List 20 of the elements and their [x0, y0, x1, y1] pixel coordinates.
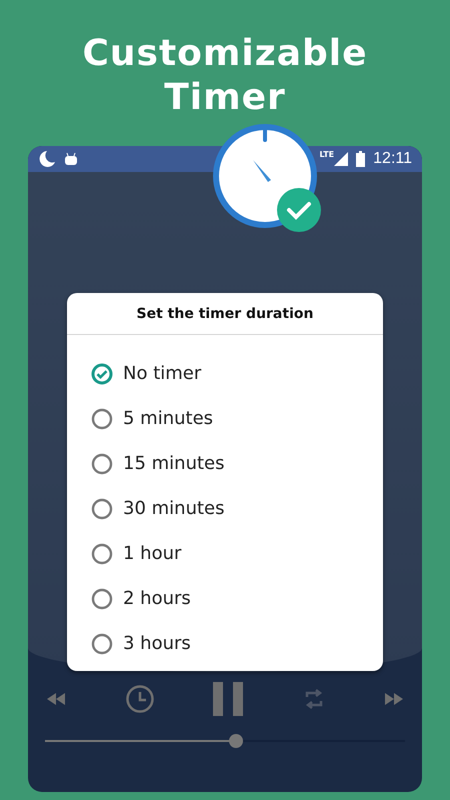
signal-icon [334, 152, 348, 166]
duration-option[interactable]: 15 minutes [91, 441, 224, 486]
duration-option[interactable]: 1 hour [91, 531, 182, 576]
duration-option[interactable]: No timer [91, 351, 202, 396]
network-label: LTE [319, 150, 334, 159]
clock-time: 12:11 [373, 150, 412, 168]
dialog-title: Set the timer duration [67, 293, 383, 335]
moon-icon [38, 150, 56, 168]
android-icon [64, 152, 78, 166]
pause-icon[interactable] [213, 682, 243, 716]
headline: Customizable Timer [81, 32, 369, 120]
duration-option[interactable]: 3 hours [91, 621, 191, 666]
duration-option[interactable]: 2 hours [91, 576, 191, 621]
slider-thumb[interactable] [228, 734, 243, 748]
battery-icon [356, 151, 366, 167]
rewind-icon[interactable] [46, 693, 66, 705]
clock-icon[interactable] [124, 684, 154, 714]
fast-forward-icon[interactable] [384, 693, 404, 705]
duration-option[interactable]: 5 minutes [91, 396, 214, 441]
duration-option[interactable]: 30 minutes [91, 486, 224, 531]
